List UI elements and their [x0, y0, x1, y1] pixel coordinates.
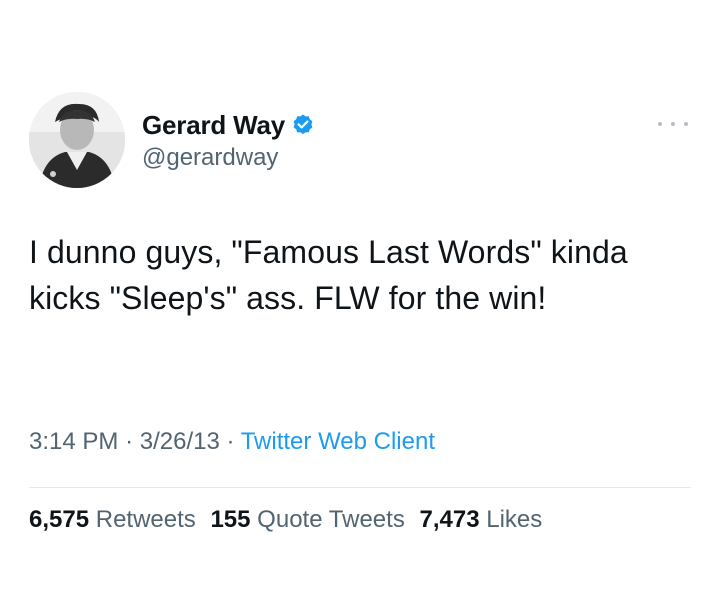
more-dot [671, 122, 675, 126]
more-options-icon[interactable] [658, 112, 688, 136]
avatar[interactable] [29, 92, 125, 188]
more-dot [658, 122, 662, 126]
likes-label: Likes [486, 506, 543, 533]
retweets-label: Retweets [95, 506, 196, 533]
tweet-meta: 3:14 PM · 3/26/13 · Twitter Web Client [29, 428, 435, 456]
meta-separator: · [226, 428, 235, 455]
retweets-stat[interactable]: 6,575 Retweets [29, 506, 196, 533]
verified-badge-icon [291, 113, 315, 137]
retweets-count: 6,575 [29, 506, 90, 533]
author-name-row[interactable]: Gerard Way [142, 105, 315, 145]
avatar-photo [29, 92, 125, 188]
likes-count: 7,473 [419, 506, 480, 533]
tweet-card: Gerard Way @gerardway I dunno guys, "Fam… [0, 0, 720, 607]
divider [29, 487, 691, 488]
author-handle[interactable]: @gerardway [142, 144, 278, 172]
author-name[interactable]: Gerard Way [142, 110, 285, 141]
tweet-date[interactable]: 3/26/13 [140, 428, 220, 455]
tweet-stats: 6,575 Retweets 155 Quote Tweets 7,473 Li… [29, 506, 550, 534]
tweet-time[interactable]: 3:14 PM [29, 428, 118, 455]
quote-tweets-count: 155 [210, 506, 251, 533]
tweet-client-link[interactable]: Twitter Web Client [241, 428, 435, 455]
likes-stat[interactable]: 7,473 Likes [420, 506, 543, 533]
quote-tweets-stat[interactable]: 155 Quote Tweets [210, 506, 404, 533]
more-dot [684, 122, 688, 126]
tweet-text: I dunno guys, "Famous Last Words" kinda … [29, 234, 628, 316]
quote-tweets-label: Quote Tweets [257, 506, 405, 533]
meta-separator: · [125, 428, 134, 455]
